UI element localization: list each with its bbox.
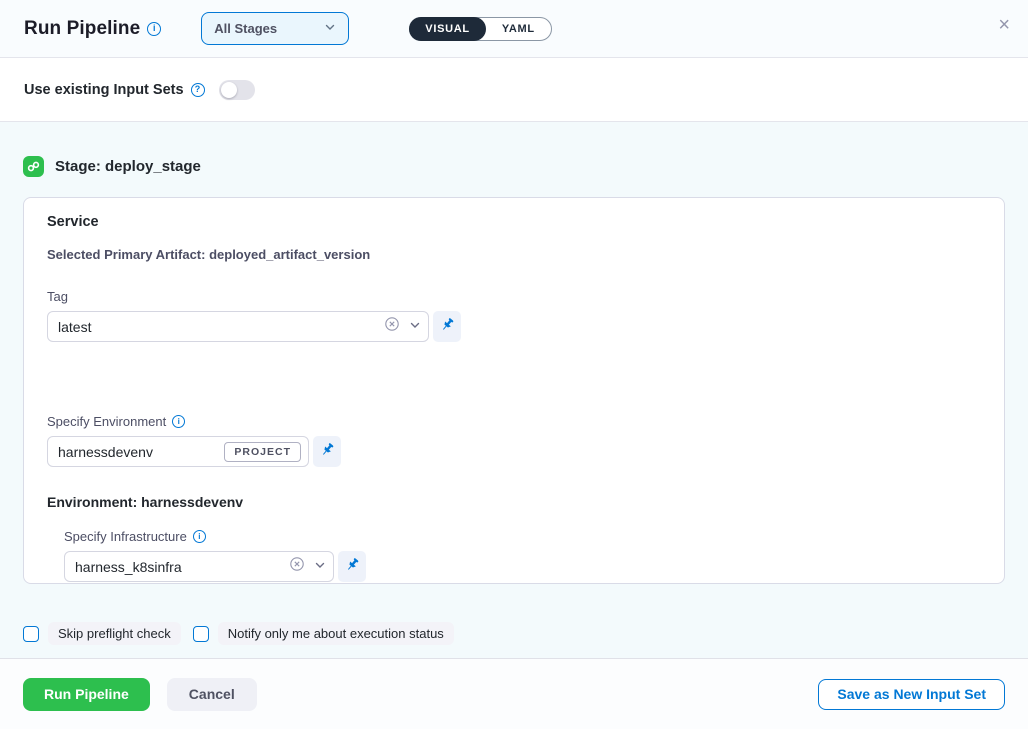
stage-heading: Stage: deploy_stage [23,156,1005,177]
skip-preflight-option: Skip preflight check [23,622,181,645]
dialog-header: Run Pipeline i All Stages VISUAL YAML × [0,0,1028,58]
notify-me-option: Notify only me about execution status [193,622,454,645]
environment-label: Specify Environment i [47,414,981,429]
notify-me-checkbox[interactable] [193,626,209,642]
toggle-knob [221,82,237,98]
close-icon[interactable]: × [998,15,1010,35]
infrastructure-label: Specify Infrastructure i [64,529,981,544]
infrastructure-field-row [64,551,981,582]
pin-icon [440,317,455,337]
environment-label-text: Specify Environment [47,414,166,429]
stage-selector-value: All Stages [214,21,277,36]
clear-icon[interactable] [384,316,400,337]
notify-me-label: Notify only me about execution status [218,622,454,645]
environment-field-row: PROJECT [47,436,981,467]
stage-selector-dropdown[interactable]: All Stages [201,12,349,45]
tag-field-row [47,311,981,342]
skip-preflight-checkbox[interactable] [23,626,39,642]
stage-section: Stage: deploy_stage Service Selected Pri… [0,122,1028,658]
stage-name-label: Stage: deploy_stage [55,158,201,175]
page-title: Run Pipeline [24,18,140,40]
pin-icon [345,557,360,577]
infrastructure-label-text: Specify Infrastructure [64,529,187,544]
pin-icon [320,442,335,462]
primary-artifact-line: Selected Primary Artifact: deployed_arti… [47,247,981,262]
info-icon[interactable]: i [147,22,161,36]
cancel-button[interactable]: Cancel [167,678,257,711]
tab-visual[interactable]: VISUAL [409,17,486,41]
input-sets-toggle[interactable] [219,80,255,100]
cd-stage-icon [23,156,44,177]
environment-heading: Environment: harnessdevenv [47,494,981,510]
tag-label: Tag [47,289,981,304]
save-as-new-input-set-button[interactable]: Save as New Input Set [818,679,1005,710]
chevron-down-icon [324,20,336,38]
execution-options-row: Skip preflight check Notify only me abou… [23,622,1005,645]
tab-yaml[interactable]: YAML [486,17,551,41]
tag-pin-button[interactable] [433,311,461,342]
info-icon[interactable]: i [172,415,185,428]
info-icon[interactable]: i [193,530,206,543]
service-title: Service [47,214,981,230]
visual-yaml-toggle: VISUAL YAML [409,17,552,41]
help-icon[interactable]: ? [191,83,205,97]
tag-input[interactable] [47,311,429,342]
existing-input-sets-row: Use existing Input Sets ? [0,58,1028,122]
clear-icon[interactable] [289,556,305,577]
chevron-down-icon[interactable] [314,558,326,576]
skip-preflight-label: Skip preflight check [48,622,181,645]
project-scope-badge: PROJECT [224,442,301,462]
run-pipeline-button[interactable]: Run Pipeline [23,678,150,711]
chevron-down-icon[interactable] [409,318,421,336]
dialog-footer: Run Pipeline Cancel Save as New Input Se… [0,658,1028,729]
infrastructure-pin-button[interactable] [338,551,366,582]
service-card: Service Selected Primary Artifact: deplo… [23,197,1005,584]
infrastructure-block: Specify Infrastructure i [64,529,981,582]
environment-pin-button[interactable] [313,436,341,467]
existing-input-sets-label: Use existing Input Sets [24,82,184,98]
